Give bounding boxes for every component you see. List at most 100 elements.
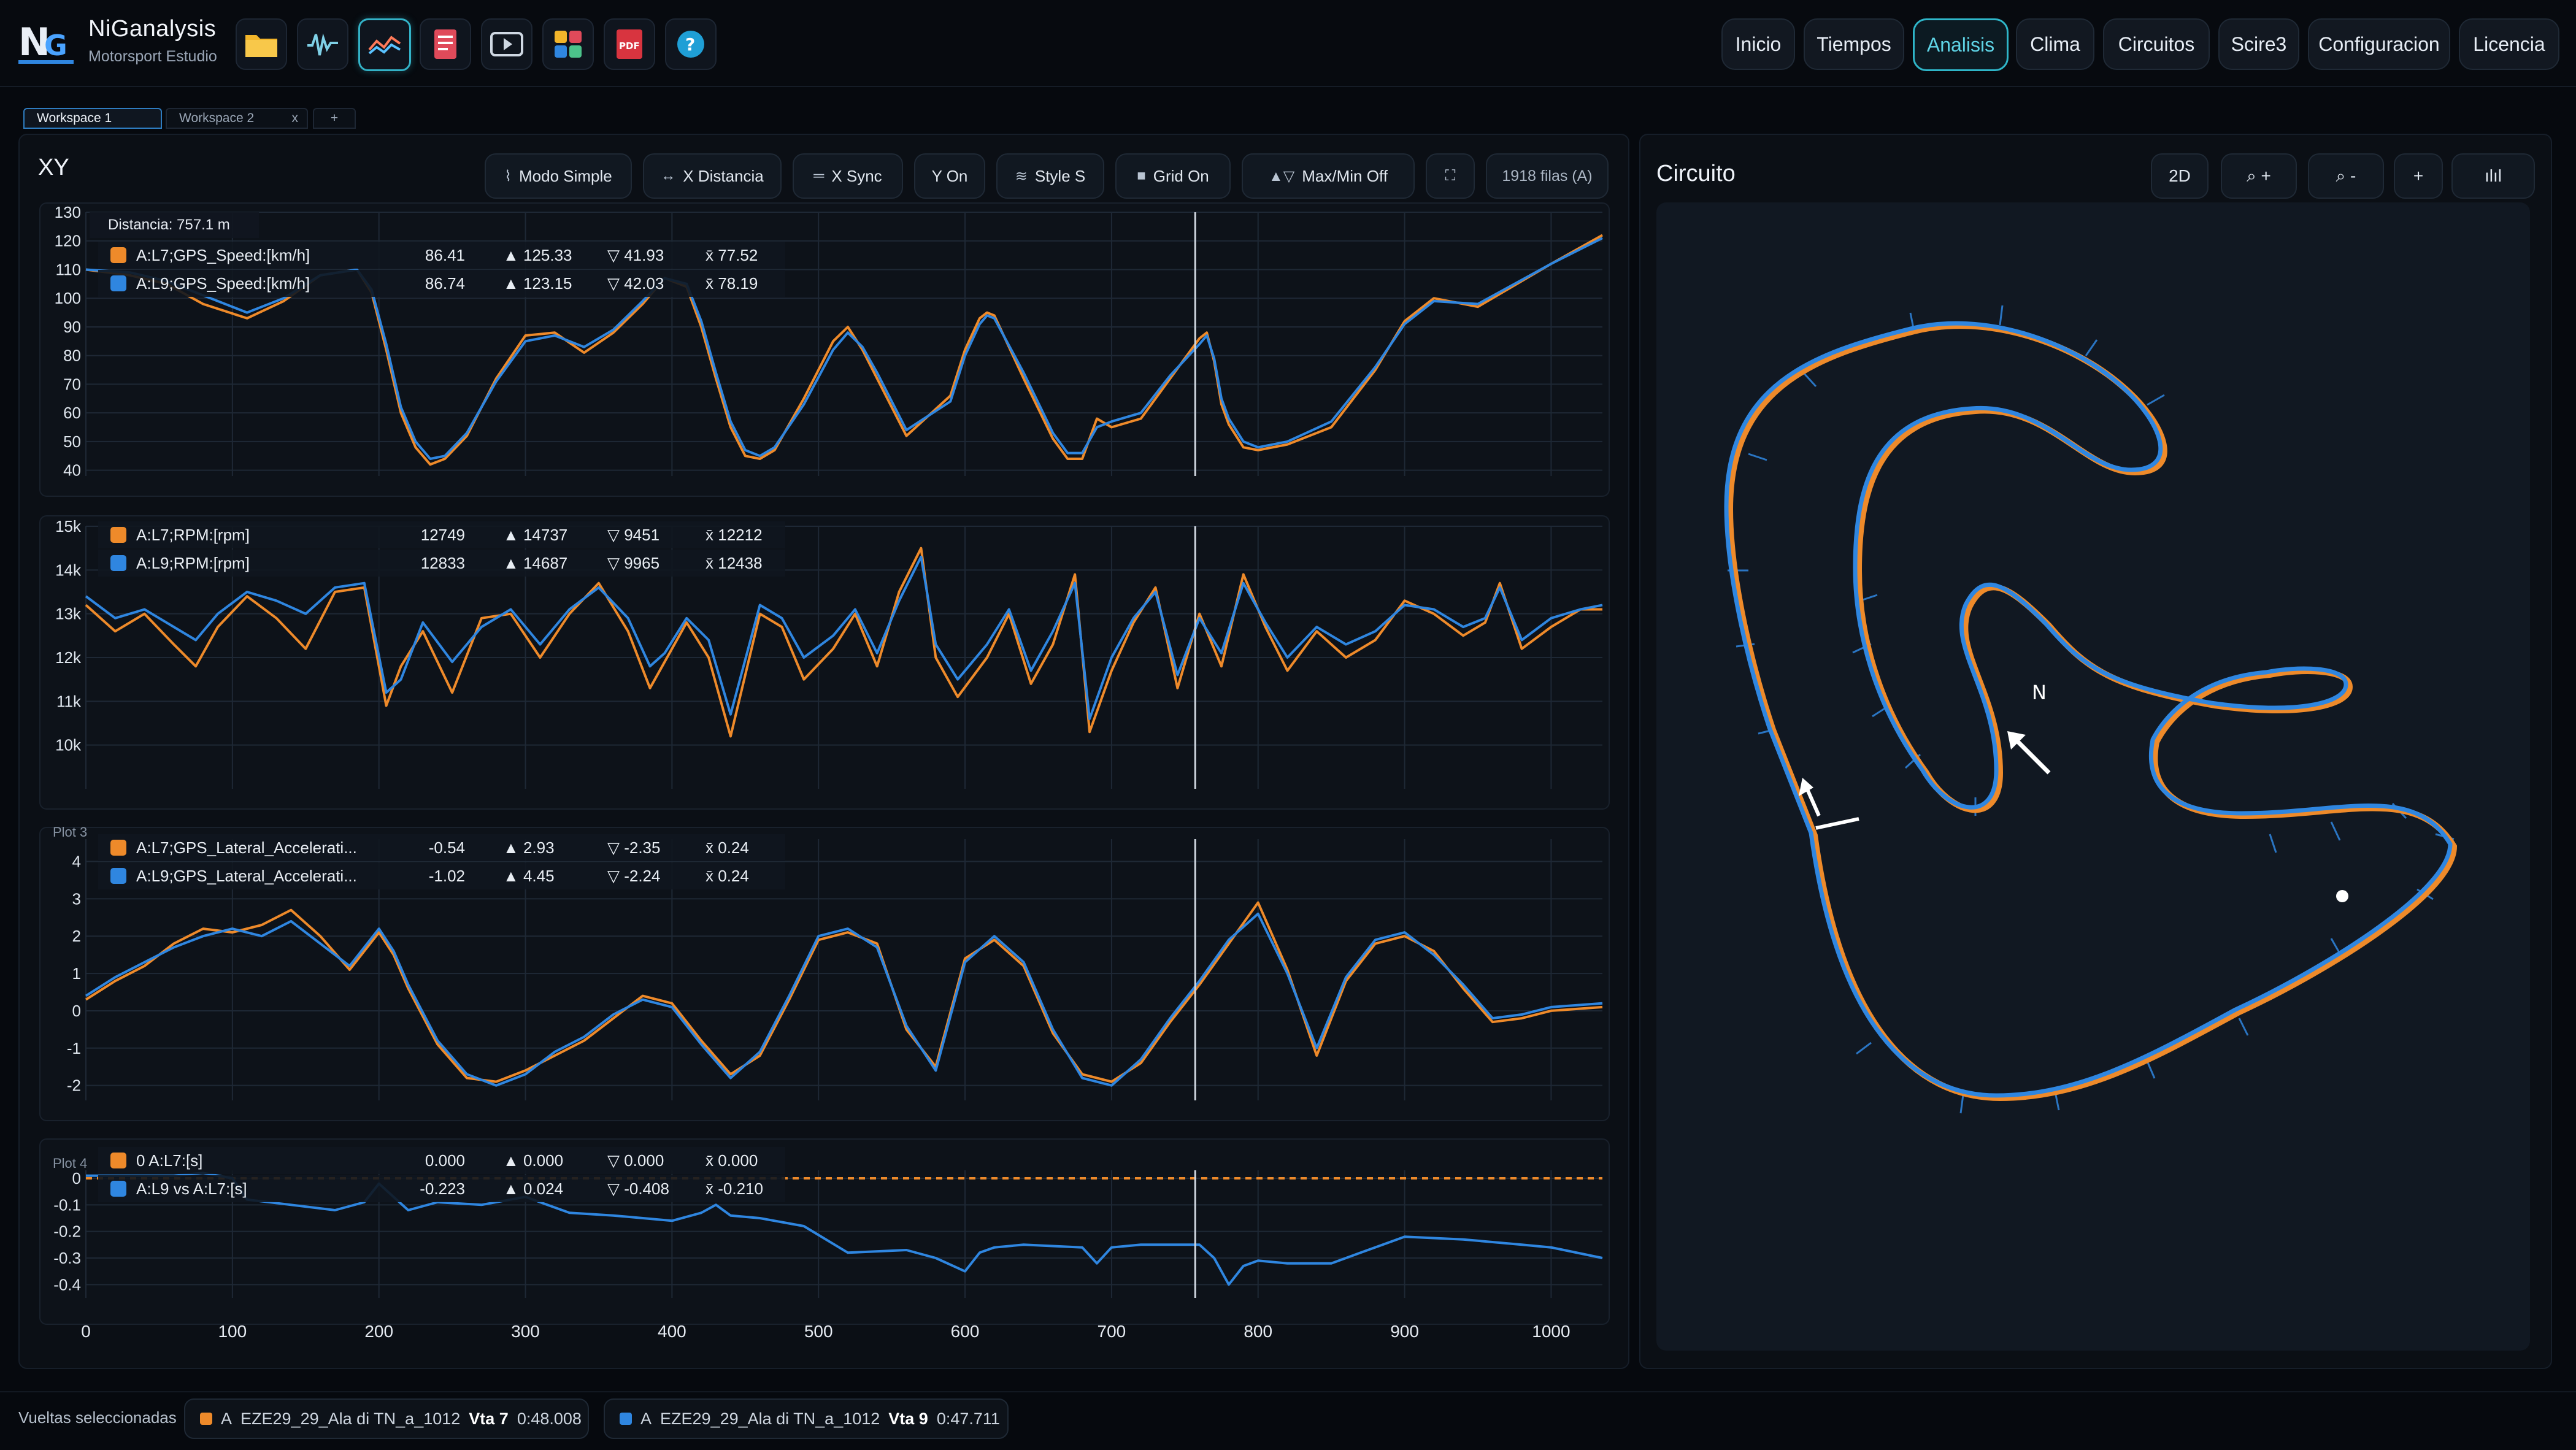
series-value: -0.54	[428, 838, 465, 857]
y-tick-label: -1	[67, 1039, 81, 1057]
lap-prefix: A	[221, 1409, 233, 1428]
series-swatch	[110, 555, 126, 571]
series-swatch	[110, 868, 126, 884]
y-tick-label: 130	[55, 203, 81, 221]
series-min: ▽ 9451	[607, 526, 660, 544]
nav-circuitos[interactable]: Circuitos	[2103, 18, 2210, 70]
nav-clima[interactable]: Clima	[2016, 18, 2094, 70]
series-avg: x̄ 78.19	[706, 274, 758, 293]
series-name: A:L9;GPS_Speed:[km/h]	[136, 274, 310, 293]
y-tick-label: 110	[56, 260, 81, 278]
y-tick-label: 60	[63, 404, 81, 422]
series-value: 86.74	[425, 274, 465, 293]
max-value: 125.33	[523, 246, 572, 264]
nav-tiempos[interactable]: Tiempos	[1804, 18, 1904, 70]
lap-time: 0:47.711	[936, 1409, 1000, 1428]
nav-analisis[interactable]: Analisis	[1913, 18, 2009, 71]
selected-laps-label: Vueltas seleccionadas	[18, 1408, 177, 1427]
series-max: ▲ 0.000	[503, 1151, 564, 1170]
racing-line-ticks	[1728, 305, 2455, 1114]
series-line-lap9	[85, 555, 1603, 720]
legend-row[interactable]: A:L9;RPM:[rpm] 12833 ▲ 14687 ▽ 9965 x̄ 1…	[98, 550, 785, 577]
y-tick-label: 0	[72, 1002, 81, 1020]
max-value: 4.45	[523, 867, 555, 885]
lap-color-swatch	[620, 1413, 632, 1425]
series-max: ▲ 4.45	[503, 867, 555, 885]
series-avg: x̄ 77.52	[706, 246, 758, 264]
legend-row[interactable]: A:L9 vs A:L7:[s] -0.223 ▲ 0.024 ▽ -0.408…	[98, 1175, 785, 1202]
max-value: 0.024	[523, 1180, 564, 1198]
lap-chip-vta9[interactable]: A EZE29_29_Ala di TN_a_1012 Vta 9 0:47.7…	[604, 1398, 1009, 1439]
nav-inicio[interactable]: Inicio	[1721, 18, 1795, 70]
series-value: 12749	[420, 526, 465, 544]
legend-row[interactable]: A:L7;GPS_Speed:[km/h] 86.41 ▲ 125.33 ▽ 4…	[98, 242, 785, 269]
zoom-in-button[interactable]: ⌕ +	[2221, 153, 2297, 199]
series-min: ▽ -2.35	[607, 838, 661, 857]
add-button[interactable]: +	[2394, 153, 2443, 199]
x-tick-label: 700	[1098, 1322, 1126, 1341]
series-avg: x̄ 0.24	[706, 838, 749, 857]
legend-row[interactable]: 0 A:L7:[s] 0.000 ▲ 0.000 ▽ 0.000 x̄ 0.00…	[98, 1147, 785, 1174]
nav-scire3[interactable]: Scire3	[2218, 18, 2299, 70]
lap-prefix: A	[640, 1409, 652, 1428]
series-name: A:L7;GPS_Lateral_Accelerati...	[136, 838, 357, 857]
view-2d-button[interactable]: 2D	[2151, 153, 2209, 199]
series-min: ▽ 41.93	[607, 246, 664, 264]
x-tick-label: 600	[951, 1322, 980, 1341]
y-tick-label: 40	[63, 461, 81, 480]
y-tick-label: -0.4	[53, 1275, 81, 1294]
series-min: ▽ -0.408	[607, 1180, 669, 1198]
series-name: A:L9;GPS_Lateral_Accelerati...	[136, 867, 357, 885]
stats-icon[interactable]: ılıl	[2451, 153, 2535, 199]
legend-row[interactable]: A:L9;GPS_Lateral_Accelerati... -1.02 ▲ 4…	[98, 862, 785, 889]
series-name: 0 A:L7:[s]	[136, 1151, 203, 1170]
series-avg: x̄ 12438	[706, 554, 763, 572]
series-max: ▲ 0.024	[503, 1180, 564, 1198]
x-tick-label: 300	[511, 1322, 540, 1341]
lap-number: Vta 7	[469, 1409, 509, 1428]
series-swatch	[110, 247, 126, 263]
avg-value: 0.24	[718, 867, 749, 885]
nav-configuracion[interactable]: Configuracion	[2308, 18, 2450, 70]
y-tick-label: 50	[63, 432, 81, 451]
nav-licencia[interactable]: Licencia	[2459, 18, 2559, 70]
plot-label: Plot 3	[53, 824, 87, 840]
series-swatch	[110, 840, 126, 856]
legend-row[interactable]: A:L7;RPM:[rpm] 12749 ▲ 14737 ▽ 9451 x̄ 1…	[98, 521, 785, 548]
lap-session: EZE29_29_Ala di TN_a_1012	[660, 1409, 880, 1428]
circuit-map[interactable]: N	[1656, 202, 2530, 1351]
avg-value: 0.000	[718, 1151, 758, 1170]
legend-row[interactable]: A:L9;GPS_Speed:[km/h] 86.74 ▲ 123.15 ▽ 4…	[98, 270, 785, 297]
y-tick-label: 90	[63, 318, 81, 336]
series-min: ▽ 0.000	[607, 1151, 664, 1170]
cursor-distance-readout: Distancia: 757.1 m	[90, 212, 259, 238]
y-tick-label: 120	[55, 232, 81, 250]
zoom-out-button[interactable]: ⌕ -	[2308, 153, 2384, 199]
avg-value: -0.210	[718, 1180, 763, 1198]
y-tick-label: 100	[55, 289, 81, 307]
min-value: 9451	[624, 526, 660, 544]
y-tick-label: 1	[72, 964, 81, 983]
y-tick-label: 14k	[55, 561, 82, 579]
series-max: ▲ 125.33	[503, 246, 572, 264]
series-name: A:L9 vs A:L7:[s]	[136, 1180, 247, 1198]
plot-label: Plot 4	[53, 1156, 87, 1171]
min-value: -0.408	[624, 1180, 669, 1198]
track-line-lap9	[1726, 323, 2450, 1095]
y-tick-label: 2	[72, 927, 81, 945]
lap-number: Vta 9	[888, 1409, 928, 1428]
y-tick-label: 70	[63, 375, 81, 393]
y-tick-label: 80	[63, 347, 81, 365]
min-value: 41.93	[624, 246, 664, 264]
lap-chip-vta7[interactable]: A EZE29_29_Ala di TN_a_1012 Vta 7 0:48.0…	[184, 1398, 589, 1439]
y-tick-label: -0.2	[53, 1222, 81, 1241]
legend-row[interactable]: A:L7;GPS_Lateral_Accelerati... -0.54 ▲ 2…	[98, 834, 785, 861]
series-min: ▽ 9965	[607, 554, 660, 572]
min-value: 9965	[624, 554, 660, 572]
x-tick-label: 0	[81, 1322, 91, 1341]
x-tick-label: 200	[364, 1322, 393, 1341]
min-value: -2.35	[624, 838, 661, 857]
y-tick-label: 3	[72, 889, 81, 908]
min-value: 0.000	[624, 1151, 664, 1170]
series-swatch	[110, 275, 126, 291]
